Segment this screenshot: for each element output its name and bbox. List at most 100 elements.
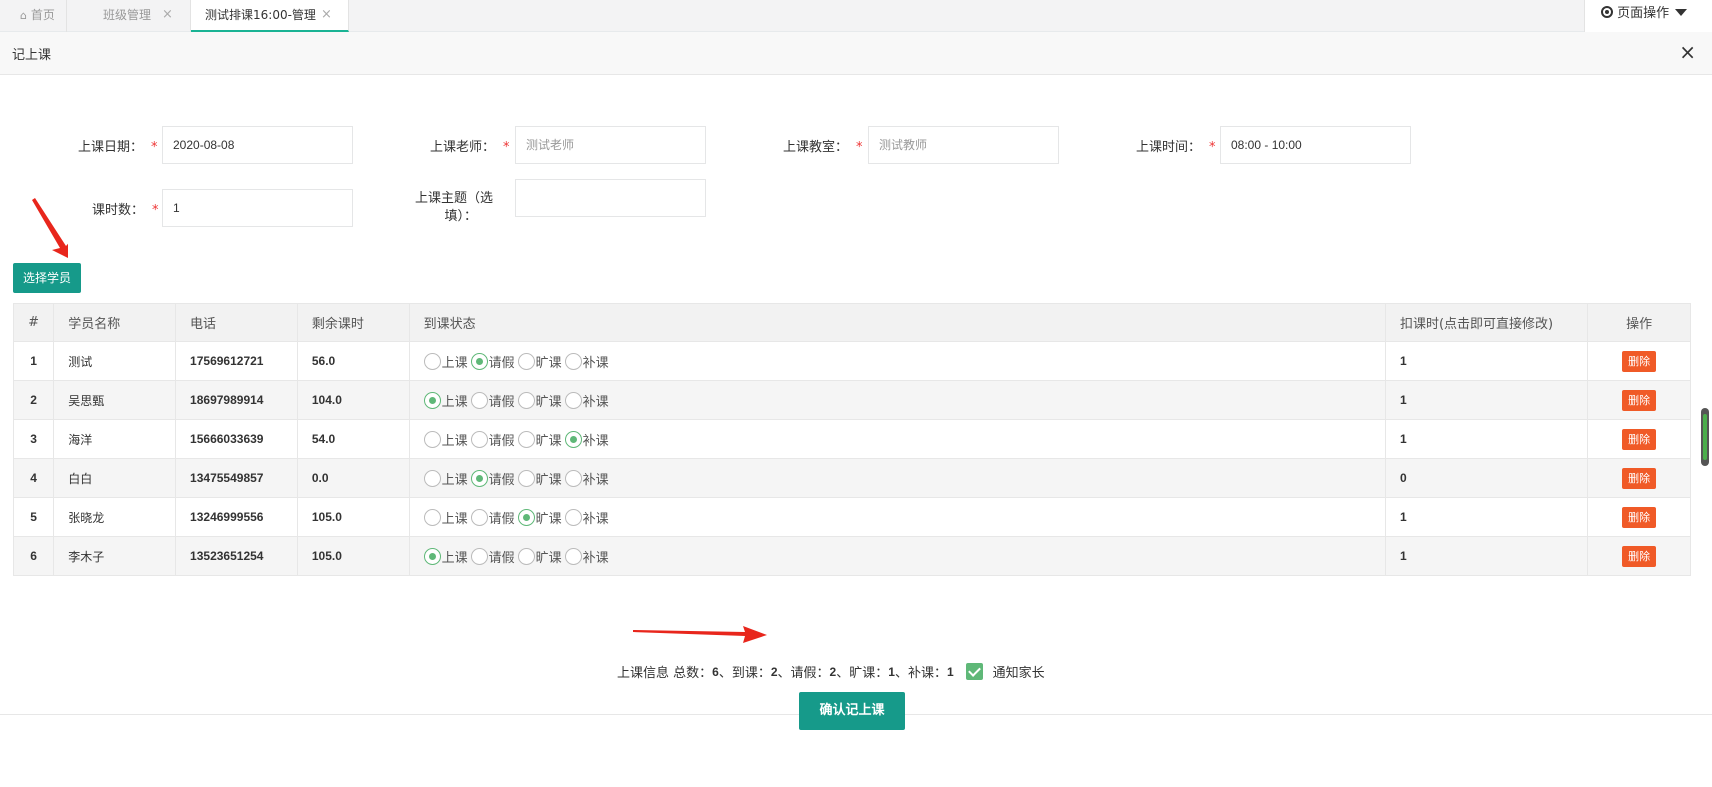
col-header-name: 学员名称 xyxy=(53,303,177,342)
room-input[interactable]: 测试教师 xyxy=(868,126,1059,164)
status-radio[interactable] xyxy=(564,430,582,448)
attendance-status: 上课 请假 旷课 补课 xyxy=(408,536,1386,576)
status-radio-label: 补课 xyxy=(582,550,609,566)
col-header-index: # xyxy=(12,303,55,342)
status-radio-label: 请假 xyxy=(488,472,515,488)
tab-bar: ⌂ 首页 班级管理 × 测试排课16:00-管理 × 页面操作 xyxy=(0,0,1712,32)
status-radio[interactable] xyxy=(564,469,582,487)
annotation-arrow-down xyxy=(32,198,68,258)
row-index: 2 xyxy=(12,380,55,420)
row-index: 5 xyxy=(12,497,55,537)
status-radio[interactable] xyxy=(517,508,535,526)
date-input[interactable]: 2020-08-08 xyxy=(162,126,353,164)
delete-button[interactable]: 删除 xyxy=(1622,428,1657,450)
status-radio-label: 补课 xyxy=(582,511,609,527)
deduct-hours[interactable]: 1 xyxy=(1384,497,1589,537)
student-phone: 18697989914 xyxy=(175,380,298,420)
status-radio[interactable] xyxy=(423,430,441,448)
deduct-hours[interactable]: 1 xyxy=(1384,536,1589,576)
page-operations-dropdown[interactable]: 页面操作 xyxy=(1584,0,1712,32)
topic-input[interactable] xyxy=(515,179,706,217)
tab-class-management[interactable]: 班级管理 × xyxy=(67,0,191,32)
page-scrollbar[interactable] xyxy=(1701,408,1709,466)
select-students-button[interactable]: 选择学员 xyxy=(13,263,81,293)
status-radio[interactable] xyxy=(564,352,582,370)
row-operation: 删除 xyxy=(1587,497,1691,537)
deduct-hours[interactable]: 1 xyxy=(1384,341,1589,381)
topic-label: 上课主题（选 填）： xyxy=(415,191,494,224)
close-icon[interactable]: × xyxy=(1679,40,1696,64)
student-phone: 13523651254 xyxy=(175,536,298,576)
student-name: 海洋 xyxy=(53,419,177,459)
status-radio[interactable] xyxy=(470,508,488,526)
status-radio-label: 旷课 xyxy=(535,511,562,527)
student-phone: 13475549857 xyxy=(175,458,298,498)
status-radio[interactable] xyxy=(517,391,535,409)
annotation-arrow-right xyxy=(633,626,767,643)
time-input[interactable]: 08:00 - 10:00 xyxy=(1220,126,1411,164)
status-radio[interactable] xyxy=(517,469,535,487)
status-radio-label: 上课 xyxy=(441,394,468,410)
deduct-hours[interactable]: 0 xyxy=(1384,458,1589,498)
deduct-hours[interactable]: 1 xyxy=(1384,380,1589,420)
row-operation: 删除 xyxy=(1587,419,1691,459)
delete-button[interactable]: 删除 xyxy=(1622,545,1657,567)
student-name: 测试 xyxy=(53,341,177,381)
attendance-status: 上课 请假 旷课 补课 xyxy=(408,497,1386,537)
status-radio-label: 请假 xyxy=(488,355,515,371)
status-radio[interactable] xyxy=(423,469,441,487)
hours-input[interactable]: 1 xyxy=(162,189,353,227)
row-index: 3 xyxy=(12,419,55,459)
deduct-hours[interactable]: 1 xyxy=(1384,419,1589,459)
page-operations-label: 页面操作 xyxy=(1617,6,1670,21)
status-radio-label: 上课 xyxy=(441,433,468,449)
status-radio[interactable] xyxy=(423,352,441,370)
row-operation: 删除 xyxy=(1587,458,1691,498)
status-radio[interactable] xyxy=(470,352,488,370)
status-radio[interactable] xyxy=(423,547,441,565)
remaining-hours: 105.0 xyxy=(296,536,410,576)
status-radio[interactable] xyxy=(423,391,441,409)
status-radio[interactable] xyxy=(470,391,488,409)
status-radio[interactable] xyxy=(470,547,488,565)
remaining-hours: 56.0 xyxy=(296,341,410,381)
teacher-input[interactable]: 测试老师 xyxy=(515,126,706,164)
tab-home[interactable]: ⌂ 首页 xyxy=(0,0,67,32)
delete-button[interactable]: 删除 xyxy=(1622,389,1657,411)
status-radio-label: 补课 xyxy=(582,394,609,410)
close-icon[interactable]: × xyxy=(162,0,173,30)
caret-down-icon xyxy=(1675,9,1688,16)
status-radio[interactable] xyxy=(470,469,488,487)
status-radio-label: 请假 xyxy=(488,511,515,527)
student-phone: 13246999556 xyxy=(175,497,298,537)
col-header-phone: 电话 xyxy=(175,303,298,342)
home-icon: ⌂ xyxy=(20,9,27,22)
status-radio[interactable] xyxy=(517,352,535,370)
date-label: 上课日期： * xyxy=(78,140,158,155)
confirm-record-button[interactable]: 确认记上课 xyxy=(799,692,905,730)
status-radio-label: 旷课 xyxy=(535,355,562,371)
status-radio-label: 上课 xyxy=(441,550,468,566)
status-radio[interactable] xyxy=(517,430,535,448)
tab-class-label: 班级管理 xyxy=(103,8,152,22)
delete-button[interactable]: 删除 xyxy=(1622,350,1657,372)
attendance-status: 上课 请假 旷课 补课 xyxy=(408,380,1386,420)
status-radio[interactable] xyxy=(564,508,582,526)
delete-button[interactable]: 删除 xyxy=(1622,467,1657,489)
status-radio[interactable] xyxy=(564,547,582,565)
status-radio-label: 补课 xyxy=(582,433,609,449)
status-radio-label: 旷课 xyxy=(535,433,562,449)
close-icon[interactable]: × xyxy=(321,0,332,30)
status-radio[interactable] xyxy=(517,547,535,565)
target-circle-icon xyxy=(1601,6,1613,18)
notify-parent-checkbox[interactable] xyxy=(965,663,983,680)
status-radio-label: 上课 xyxy=(441,472,468,488)
status-radio[interactable] xyxy=(423,508,441,526)
room-label: 上课教室： * xyxy=(783,140,863,155)
status-radio[interactable] xyxy=(564,391,582,409)
tab-active-label: 测试排课16:00-管理 xyxy=(205,8,316,22)
delete-button[interactable]: 删除 xyxy=(1622,506,1657,528)
tab-active-schedule[interactable]: 测试排课16:00-管理 × xyxy=(191,0,349,32)
student-name: 吴思甄 xyxy=(53,380,177,420)
status-radio[interactable] xyxy=(470,430,488,448)
